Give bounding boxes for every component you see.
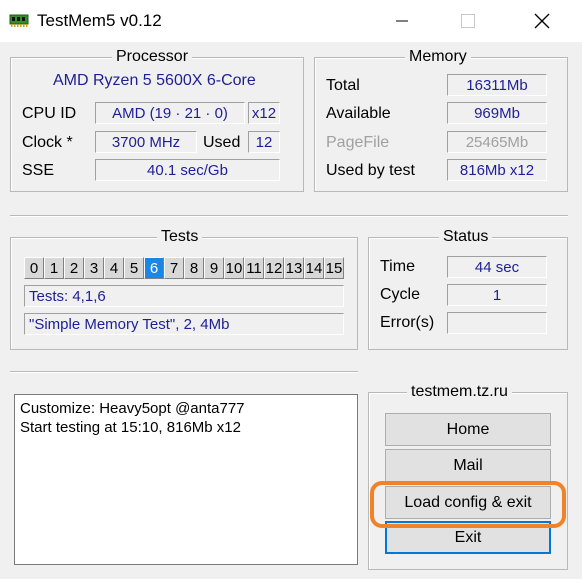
cycle-field: 1	[447, 284, 547, 306]
clock-label: Clock *	[22, 134, 73, 151]
errors-field	[447, 312, 547, 334]
section-divider	[10, 215, 568, 217]
maximize-icon	[461, 14, 475, 28]
memory-chip-icon	[9, 12, 29, 28]
used-by-test-label: Used by test	[326, 162, 415, 179]
test-cell-0[interactable]: 0	[24, 257, 44, 279]
tests-group-title: Tests	[157, 228, 203, 246]
highlight-annotation	[370, 481, 566, 528]
test-cell-1[interactable]: 1	[44, 257, 64, 279]
test-cell-8[interactable]: 8	[184, 257, 204, 279]
sse-label: SSE	[22, 162, 55, 179]
window-title: TestMem5 v0.12	[37, 11, 162, 30]
test-cell-9[interactable]: 9	[204, 257, 224, 279]
close-button[interactable]	[519, 0, 565, 42]
cpu-name: AMD Ryzen 5 5600X 6-Core	[53, 72, 256, 89]
maximize-button[interactable]	[445, 0, 491, 42]
pagefile-field: 25465Mb	[447, 131, 547, 153]
log-output[interactable]: Customize: Heavy5opt @anta777 Start test…	[14, 394, 358, 565]
test-cell-15[interactable]: 15	[324, 257, 344, 279]
test-cell-12[interactable]: 12	[264, 257, 284, 279]
home-button[interactable]: Home	[385, 413, 551, 446]
pagefile-label: PageFile	[326, 134, 390, 151]
processor-group-title: Processor	[112, 48, 193, 66]
sse-field: 40.1 sec/Gb	[95, 159, 280, 181]
close-icon	[534, 13, 550, 29]
log-line: Start testing at 15:10, 816Mb x12	[20, 419, 241, 436]
test-cell-3[interactable]: 3	[84, 257, 104, 279]
available-field: 969Mb	[447, 102, 547, 124]
test-cell-4[interactable]: 4	[104, 257, 124, 279]
mail-button[interactable]: Mail	[385, 449, 551, 482]
available-label: Available	[326, 105, 391, 122]
minimize-icon	[396, 20, 408, 22]
used-threads-field[interactable]: 12	[248, 131, 280, 153]
test-number-row: 0 1 2 3 4 5 6 7 8 9 10 11 12 13 14 15	[24, 257, 344, 279]
minimize-button[interactable]	[379, 0, 425, 42]
time-label: Time	[380, 258, 415, 275]
current-test-field: "Simple Memory Test", 2, 4Mb	[24, 313, 344, 335]
used-label: Used	[203, 134, 241, 151]
test-cell-14[interactable]: 14	[304, 257, 324, 279]
memory-group-title: Memory	[405, 48, 471, 66]
website-title: testmem.tz.ru	[407, 383, 512, 401]
tests-sequence-field: Tests: 4,1,6	[24, 285, 344, 307]
used-by-test-field: 816Mb x12	[447, 159, 547, 181]
test-cell-2[interactable]: 2	[64, 257, 84, 279]
errors-label: Error(s)	[380, 314, 435, 331]
test-cell-7[interactable]: 7	[164, 257, 184, 279]
log-divider	[10, 371, 358, 373]
test-cell-10[interactable]: 10	[224, 257, 244, 279]
time-field: 44 sec	[447, 256, 547, 278]
test-cell-6[interactable]: 6	[144, 257, 164, 279]
cycle-label: Cycle	[380, 286, 421, 303]
clock-field: 3700 MHz	[95, 131, 197, 153]
log-line: Customize: Heavy5opt @anta777	[20, 400, 245, 417]
status-group-title: Status	[439, 228, 493, 246]
test-cell-13[interactable]: 13	[284, 257, 304, 279]
total-label: Total	[326, 77, 360, 94]
total-field: 16311Mb	[447, 74, 547, 96]
cpu-id-field: AMD (19 · 21 · 0)	[95, 102, 245, 124]
cpu-threads-field: x12	[248, 102, 280, 124]
test-cell-5[interactable]: 5	[124, 257, 144, 279]
test-cell-11[interactable]: 11	[244, 257, 264, 279]
cpu-id-label: CPU ID	[22, 105, 77, 122]
